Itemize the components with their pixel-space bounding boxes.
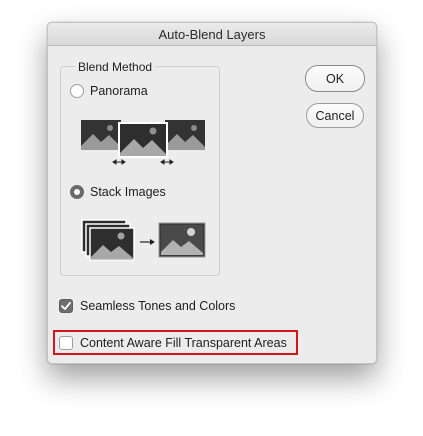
cancel-button[interactable]: Cancel [306, 103, 364, 128]
ok-button[interactable]: OK [305, 65, 365, 92]
stack-images-label: Stack Images [90, 185, 166, 199]
seamless-tones-label: Seamless Tones and Colors [80, 299, 236, 313]
stack-images-illustration [81, 219, 209, 263]
panorama-radio[interactable]: Panorama [70, 84, 148, 98]
panorama-overlap-icon [81, 120, 205, 165]
content-aware-fill-checkbox[interactable] [59, 336, 73, 350]
dialog-title: Auto-Blend Layers [158, 27, 266, 42]
content-aware-fill-option[interactable]: Content Aware Fill Transparent Areas [59, 336, 287, 350]
content-aware-fill-label: Content Aware Fill Transparent Areas [80, 336, 287, 350]
panorama-illustration [79, 118, 209, 166]
panorama-label: Panorama [90, 84, 148, 98]
stack-images-radio[interactable]: Stack Images [70, 185, 166, 199]
auto-blend-dialog: Auto-Blend Layers Blend Method Panorama [47, 22, 377, 364]
stack-images-radio-button[interactable] [70, 185, 84, 199]
checkmark-icon [61, 301, 71, 310]
seamless-tones-checkbox[interactable] [59, 299, 73, 313]
seamless-tones-option[interactable]: Seamless Tones and Colors [59, 299, 235, 313]
panorama-radio-button[interactable] [70, 84, 84, 98]
blend-method-label: Blend Method [75, 60, 156, 74]
title-bar[interactable]: Auto-Blend Layers [48, 23, 376, 46]
stack-images-icon [81, 219, 206, 261]
